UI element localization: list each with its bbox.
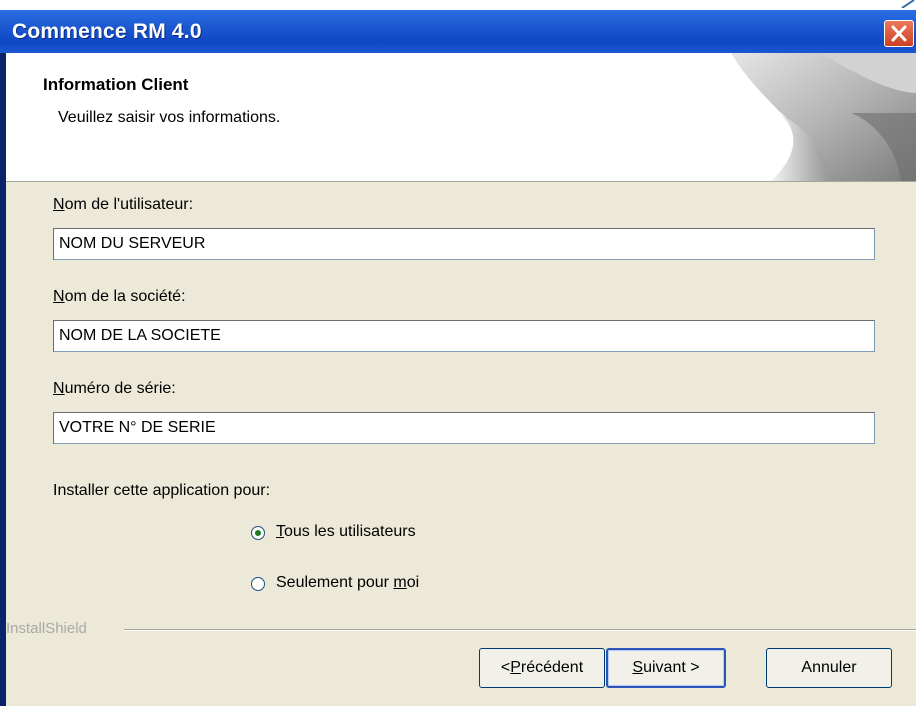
footer-divider [124, 629, 916, 631]
accelerator-key: S [632, 659, 644, 676]
close-icon [891, 25, 907, 42]
close-button[interactable] [884, 20, 914, 47]
radio-all-users[interactable]: Tous les utilisateurs [251, 523, 471, 547]
radio-all-users-label: Tous les utilisateurs [276, 523, 416, 541]
label-text: Seulement pour [276, 574, 394, 591]
label-text: om de l'utilisateur: [64, 196, 194, 213]
page-subtitle: Veuillez saisir vos informations. [58, 109, 281, 126]
page-title: Information Client [43, 75, 189, 94]
accelerator-key: P [510, 659, 521, 676]
corner-artifact-icon [901, 0, 915, 8]
serial-number-label: Numéro de série: [53, 380, 176, 398]
label-text: ous les utilisateurs [284, 523, 416, 540]
radio-only-me-label: Seulement pour moi [276, 574, 419, 592]
company-name-input[interactable] [53, 320, 875, 352]
company-name-label: Nom de la société: [53, 288, 186, 306]
button-text: récédent [520, 659, 584, 676]
label-text: om de la société: [64, 288, 186, 305]
user-name-input[interactable] [53, 228, 875, 260]
serial-number-input[interactable] [53, 412, 875, 444]
wizard-header: Information Client Veuillez saisir vos i… [6, 53, 916, 182]
wizard-body: Nom de l'utilisateur: Nom de la société:… [6, 182, 916, 706]
installer-window: Commence RM 4.0 Information Client Veuil… [0, 10, 916, 706]
installer-banner-graphic [731, 53, 916, 181]
label-text: oi [406, 574, 420, 591]
user-name-label: Nom de l'utilisateur: [53, 196, 193, 214]
window-title: Commence RM 4.0 [12, 20, 202, 43]
radio-only-me[interactable]: Seulement pour moi [251, 574, 471, 598]
back-button[interactable]: < Précédent [479, 648, 605, 688]
cancel-button[interactable]: Annuler [766, 648, 892, 688]
install-for-label: Installer cette application pour: [53, 482, 271, 499]
button-text: < [500, 659, 511, 676]
accelerator-key: T [276, 523, 284, 540]
accelerator-key: N [53, 380, 65, 397]
radio-button-unchecked[interactable] [251, 577, 265, 591]
label-text: uméro de série: [64, 380, 176, 397]
radio-button-checked[interactable] [251, 526, 265, 540]
title-bar[interactable]: Commence RM 4.0 [0, 10, 916, 53]
button-text: uivant > [643, 659, 700, 676]
installshield-brand: InstallShield [6, 620, 87, 637]
next-button[interactable]: Suivant > [606, 648, 726, 688]
accelerator-key: N [53, 196, 65, 213]
accelerator-key: m [393, 574, 407, 591]
accelerator-key: N [53, 288, 65, 305]
